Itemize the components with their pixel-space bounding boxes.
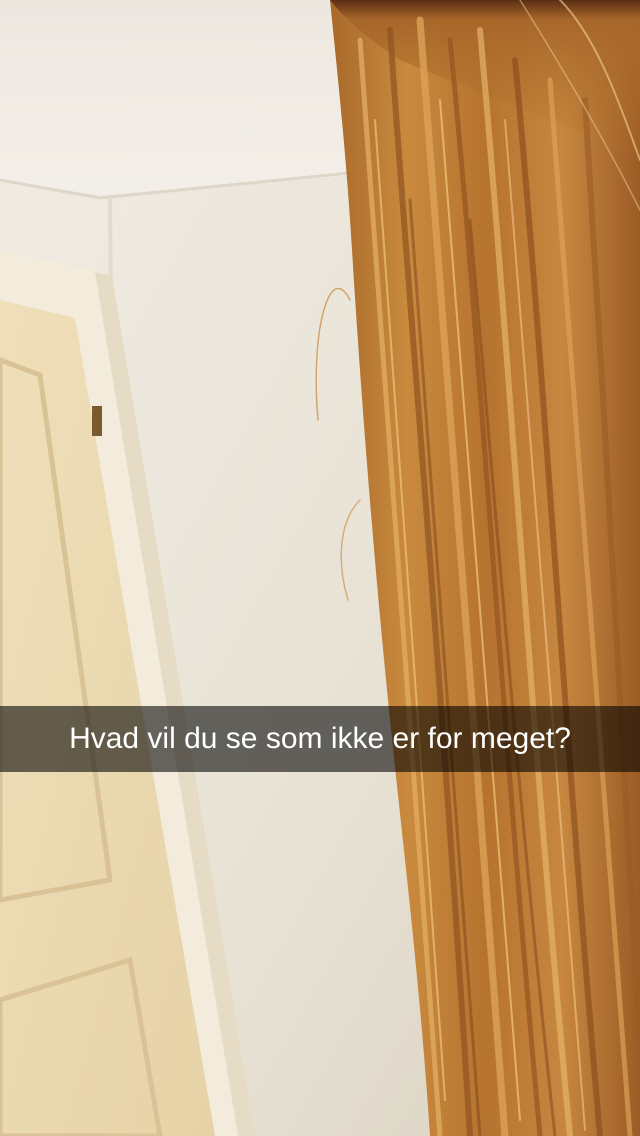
ceiling bbox=[0, 0, 360, 195]
photo-canvas bbox=[0, 0, 640, 1136]
snap-caption-text: Hvad vil du se som ikke er for meget? bbox=[69, 722, 571, 755]
snap-caption-bar: Hvad vil du se som ikke er for meget? bbox=[0, 706, 640, 772]
snap-viewer[interactable]: Hvad vil du se som ikke er for meget? bbox=[0, 0, 640, 1136]
door-hinge bbox=[92, 406, 102, 436]
snap-photo[interactable] bbox=[0, 0, 640, 1136]
